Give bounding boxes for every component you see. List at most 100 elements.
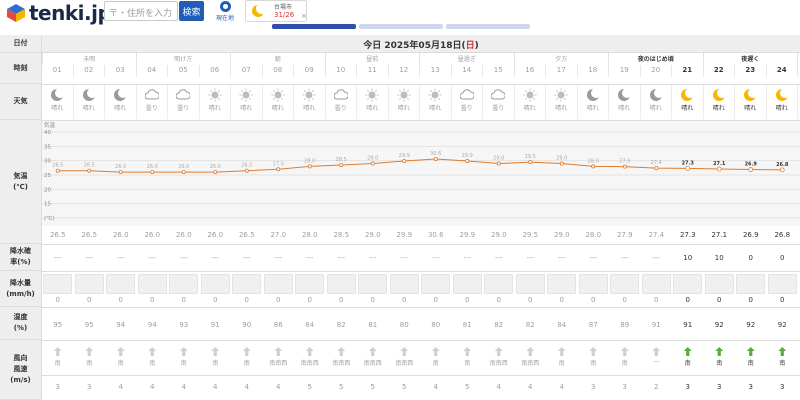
wind-direction-text: 南南西	[521, 360, 540, 367]
precip-amt-value: 0	[181, 296, 186, 304]
wind-direction-cell: 南	[231, 347, 263, 367]
day-tabs	[272, 24, 530, 29]
temp-point	[87, 168, 92, 173]
wind-arrow-icon	[242, 347, 251, 356]
wind-direction-text: 南	[621, 360, 628, 367]
precip-amt-value: 0	[307, 296, 312, 304]
temp-point	[244, 168, 249, 173]
wind-direction-text: 南	[716, 360, 723, 367]
weather-cell: 曇り	[483, 84, 515, 119]
tab-today[interactable]	[272, 24, 356, 29]
wind-arrow-icon	[715, 347, 724, 356]
precip-amt-value: 0	[780, 296, 785, 304]
chip-city: 台場市	[274, 4, 293, 11]
wind-speed-value: 4	[244, 383, 249, 391]
precip-amt-label-1: 降水量	[10, 278, 31, 287]
temp-point	[591, 164, 596, 169]
precip-bar-slot	[169, 274, 198, 294]
precip-prob-value: ---	[53, 254, 62, 262]
wind-arrow-icon	[463, 347, 472, 356]
weather-cell: 晴れ	[231, 84, 263, 119]
precip-prob-label-1: 降水確	[10, 247, 31, 255]
wind-speed-value: 4	[181, 383, 186, 391]
precip-prob-value: ---	[337, 254, 346, 262]
wind-direction-cell: 南南西	[263, 347, 295, 367]
wind-speed-value: 5	[370, 383, 375, 391]
weather-text: 晴れ	[51, 105, 64, 112]
precip-amt-value: 0	[685, 296, 690, 304]
humidity-value: 91	[210, 321, 220, 329]
weather-cell: 晴れ	[42, 84, 74, 119]
search-input[interactable]: 〒・住所を入力	[104, 1, 178, 21]
wind-speed-value: 3	[55, 383, 60, 391]
weather-text: 晴れ	[649, 105, 662, 112]
logo-cube-icon	[7, 4, 25, 22]
precip-bar-slot	[484, 274, 513, 294]
weather-text: 晴れ	[82, 105, 95, 112]
weather-cell: 晴れ	[263, 84, 294, 119]
temp-value: 26.0	[175, 231, 192, 239]
temp-value: 29.5	[522, 231, 539, 239]
wind-arrow-icon	[274, 347, 283, 356]
precip-bar-slot	[43, 274, 72, 294]
date-label: 日付	[0, 35, 42, 53]
moon-icon	[649, 87, 664, 101]
temp-point	[496, 161, 501, 166]
search-button[interactable]: 検索	[179, 1, 204, 21]
precip-prob-value: 0	[780, 254, 785, 262]
wind-direction-text: 南	[117, 360, 124, 367]
sun-icon	[271, 87, 285, 102]
temp-value: 28.0	[585, 231, 602, 239]
wind-direction-cell: 南	[672, 347, 704, 367]
site-logo[interactable]: tenki.jp	[6, 1, 112, 25]
current-location-button[interactable]: 現在地	[211, 0, 239, 22]
tab-tomorrow[interactable]	[359, 24, 443, 29]
humidity-value: 82	[525, 321, 535, 329]
precip-amt-label-cell: 降水量 (mm/h)	[0, 271, 42, 307]
weather-text: 晴れ	[366, 105, 379, 112]
row-divider	[42, 340, 800, 341]
y-tick-label: 35	[44, 144, 51, 150]
weather-text: 曇り	[460, 105, 473, 112]
humidity-value: 89	[620, 321, 630, 329]
wind-direction-text: 南南西	[332, 360, 351, 367]
precip-amt-value: 0	[87, 296, 92, 304]
temp-data-label: 26.5	[52, 163, 63, 169]
wind-direction-cell: 南	[452, 347, 484, 367]
wind-direction-text: 南	[180, 360, 187, 367]
wind-direction-text: 南南西	[363, 360, 382, 367]
humidity-value: 92	[746, 321, 756, 329]
temp-data-label: 29.9	[399, 153, 410, 159]
weather-text: 晴れ	[586, 105, 599, 112]
wind-arrow-icon	[116, 347, 125, 356]
wind-arrow-icon	[53, 347, 62, 356]
temp-point	[307, 164, 312, 169]
chip-close-icon[interactable]: ×	[301, 12, 307, 20]
wind-direction-text: 南	[54, 360, 61, 367]
precip-amt-value: 0	[496, 296, 501, 304]
date-header: 今日 2025年05月18日(日)	[42, 35, 800, 53]
wind-speed-value: 5	[307, 383, 312, 391]
precip-bar-slot	[326, 274, 356, 294]
wind-direction-cell: 南	[546, 347, 578, 367]
hour-label: 03	[105, 65, 137, 77]
y-axis-label: 気温	[44, 121, 56, 129]
hour-label: 13	[420, 65, 452, 77]
precip-bar-slot	[421, 274, 450, 294]
tab-day-after[interactable]	[446, 24, 530, 29]
precip-bar-slot	[547, 274, 576, 294]
precip-prob-value: ---	[85, 254, 94, 262]
precip-amt-value: 0	[654, 296, 659, 304]
cloud-icon	[144, 87, 160, 101]
wind-direction-text: 南	[558, 360, 565, 367]
humidity-value: 90	[242, 321, 252, 329]
precip-prob-value: ---	[526, 254, 535, 262]
date-dow: 日	[465, 41, 475, 51]
wind-direction-cell: 南	[735, 347, 767, 367]
wind-speed-value: 4	[118, 383, 123, 391]
recent-location-chip[interactable]: 台場市 31/26 ×	[245, 0, 307, 22]
temp-point	[654, 166, 659, 171]
wind-speed-value: 5	[402, 383, 407, 391]
temp-point	[433, 156, 438, 161]
wind-direction-cell: 南	[704, 347, 736, 367]
